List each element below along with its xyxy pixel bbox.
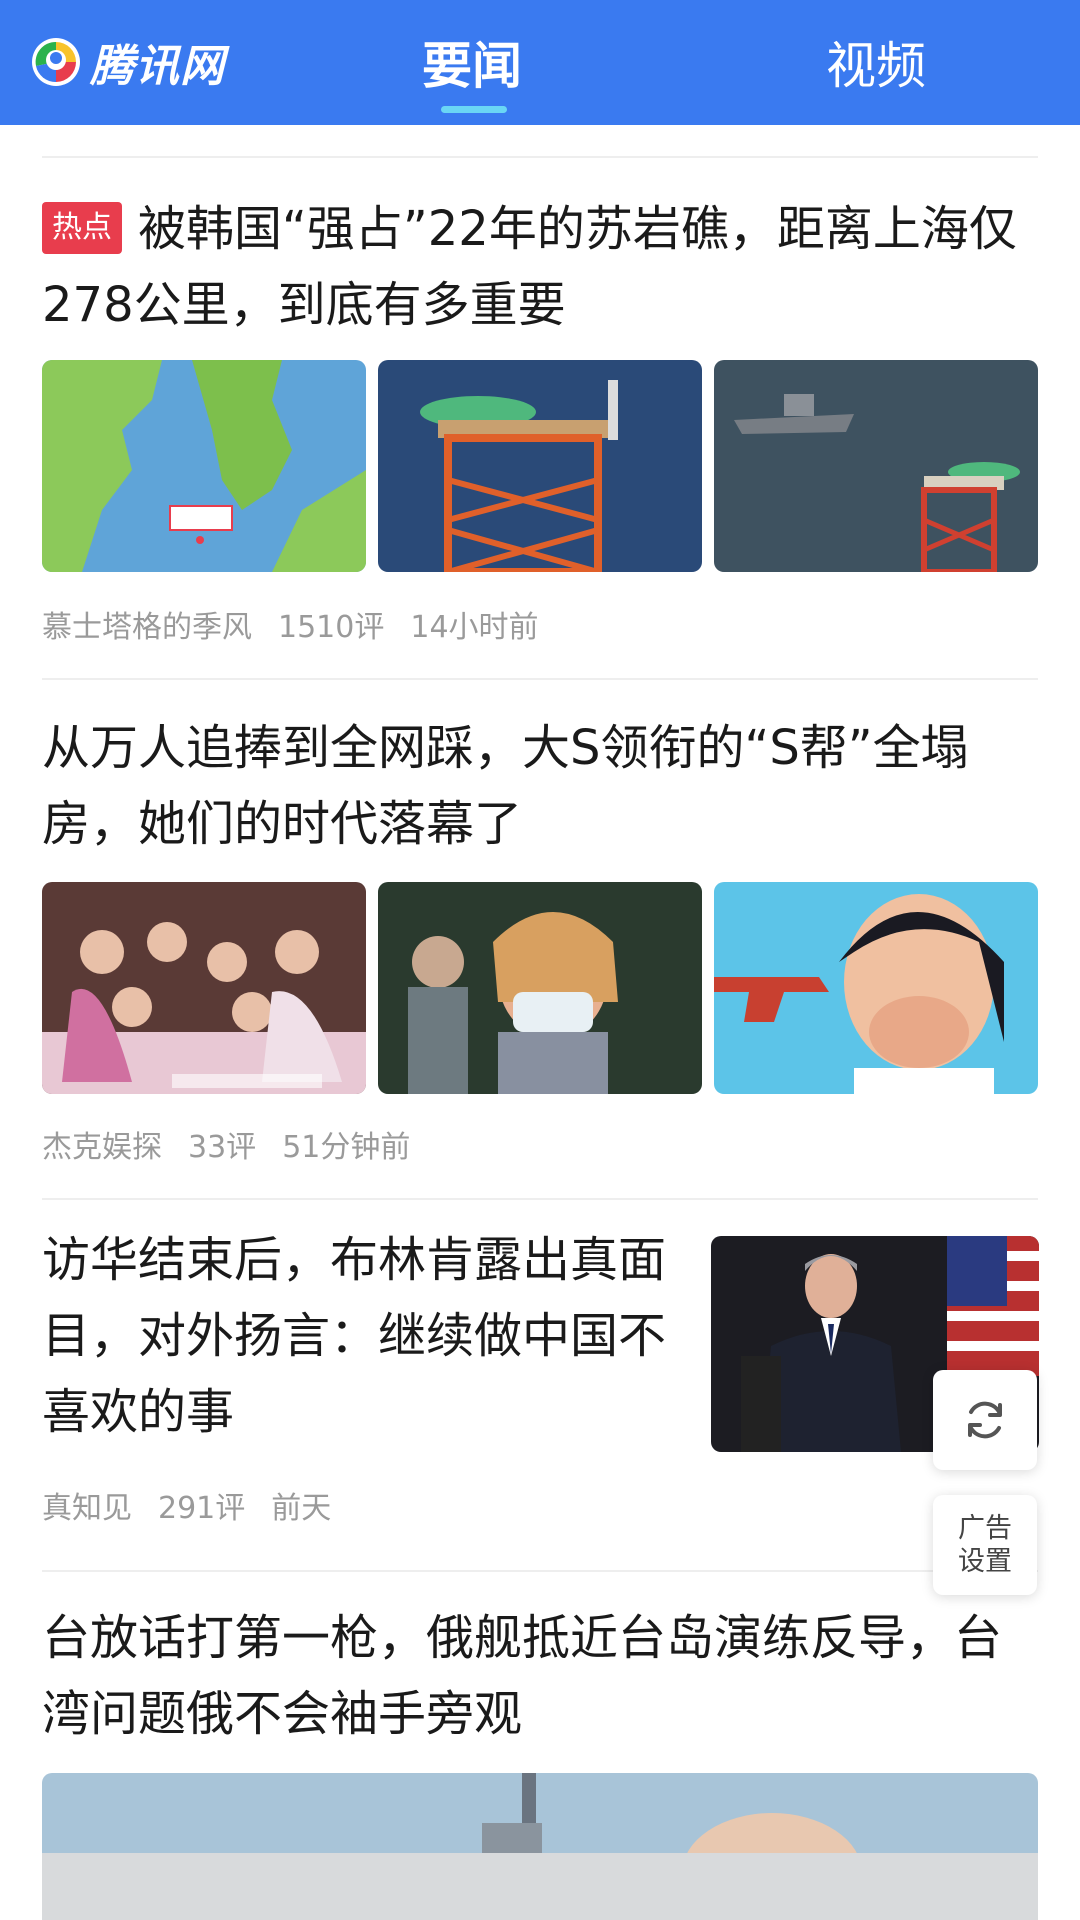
divider	[42, 1198, 1038, 1200]
article-source[interactable]: 真知见	[42, 1491, 132, 1526]
tab-news[interactable]: 要闻	[422, 26, 522, 98]
article-4-title[interactable]: 台放话打第一枪，俄舰抵近台岛演练反导，台湾问题俄不会袖手旁观	[42, 1600, 1038, 1752]
oil-platform-image[interactable]	[378, 360, 702, 572]
article-1-meta: 慕士塔格的季风 1510评 14小时前	[42, 602, 565, 646]
warship-platform-image[interactable]	[714, 360, 1038, 572]
tencent-logo-icon	[32, 38, 80, 86]
logo-text: 腾讯网	[90, 41, 225, 92]
article-1-title-text: 被韩国“强占”22年的苏岩礁，距离上海仅278公里，到底有多重要	[42, 201, 1017, 333]
gun-photo-image[interactable]	[714, 882, 1038, 1094]
publish-time: 51分钟前	[282, 1130, 411, 1165]
publish-time: 14小时前	[410, 610, 539, 645]
divider	[42, 1570, 1038, 1572]
refresh-icon	[968, 1401, 1002, 1439]
article-1-title[interactable]: 热点 被韩国“强占”22年的苏岩礁，距离上海仅278公里，到底有多重要	[42, 191, 1038, 343]
ship-image[interactable]	[42, 1773, 1038, 1920]
article-source[interactable]: 慕士塔格的季风	[42, 610, 252, 645]
tab-video[interactable]: 视频	[826, 26, 926, 98]
publish-time: 前天	[271, 1491, 332, 1526]
article-2-title[interactable]: 从万人追捧到全网踩，大S领衔的“S帮”全塌房，她们的时代落幕了	[42, 710, 1038, 862]
ad-settings-line1: 广告	[958, 1513, 1012, 1544]
ad-settings-button[interactable]: 广告 设置	[933, 1495, 1037, 1595]
article-source[interactable]: 杰克娱探	[42, 1130, 162, 1165]
tencent-logo[interactable]: 腾讯网	[30, 30, 225, 94]
comment-count: 1510评	[278, 610, 385, 645]
divider	[42, 156, 1038, 158]
hot-badge: 热点	[42, 202, 122, 254]
group-photo-image[interactable]	[42, 882, 366, 1094]
ad-settings-line2: 设置	[958, 1546, 1012, 1577]
comment-count: 33评	[188, 1130, 257, 1165]
refresh-button[interactable]	[933, 1370, 1037, 1470]
map-image[interactable]	[42, 360, 366, 572]
top-nav-bar: 腾讯网 要闻 视频	[0, 0, 1080, 125]
divider	[42, 678, 1038, 680]
article-2-meta: 杰克娱探 33评 51分钟前	[42, 1122, 436, 1166]
article-3-title[interactable]: 访华结束后，布林肯露出真面目，对外扬言：继续做中国不喜欢的事	[42, 1222, 682, 1450]
crying-woman-image[interactable]	[378, 882, 702, 1094]
comment-count: 291评	[158, 1491, 246, 1526]
active-tab-indicator	[441, 106, 507, 113]
article-3-meta: 真知见 291评 前天	[42, 1483, 357, 1527]
